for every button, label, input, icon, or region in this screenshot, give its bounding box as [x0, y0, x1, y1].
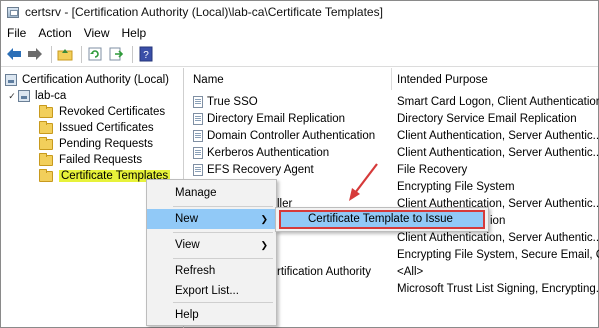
menu-item-label: Refresh: [175, 265, 216, 277]
template-purpose: Directory Service Email Replication: [397, 113, 577, 125]
folder-icon: [39, 136, 53, 150]
menu-file[interactable]: File: [7, 26, 26, 40]
menu-item-refresh[interactable]: Refresh: [147, 261, 276, 281]
template-purpose: Microsoft Trust List Signing, Encrypting…: [397, 283, 599, 295]
menu-action[interactable]: Action: [38, 26, 71, 40]
refresh-icon[interactable]: [86, 45, 104, 63]
menu-item-manage[interactable]: Manage: [147, 183, 276, 203]
template-purpose: File Recovery: [397, 164, 468, 176]
menu-separator: [173, 258, 273, 259]
certificate-template-icon: [193, 96, 203, 108]
tree-item-root[interactable]: Certification Authority (Local): [5, 72, 169, 88]
template-name: rtification Authority: [277, 266, 371, 278]
menu-item-new[interactable]: New ❯: [147, 209, 276, 229]
menu-item-label: View: [175, 239, 200, 251]
tree-item-revoked-certificates[interactable]: Revoked Certificates: [39, 104, 165, 120]
folder-icon: [39, 168, 53, 182]
menu-item-label: Help: [175, 309, 199, 321]
svg-text:?: ?: [143, 50, 149, 61]
column-divider[interactable]: [391, 68, 392, 90]
template-purpose: Smart Card Logon, Client Authentication: [397, 96, 599, 108]
table-row[interactable]: Domain Controller Authentication Client …: [185, 128, 599, 144]
toolbar-separator: [51, 45, 52, 63]
tree-item-pending-requests[interactable]: Pending Requests: [39, 136, 153, 152]
menu-item-label: New: [175, 213, 199, 225]
certificate-template-icon: [193, 113, 203, 125]
menu-view[interactable]: View: [84, 26, 110, 40]
template-name: EFS Recovery Agent: [207, 164, 314, 176]
template-purpose: Client Authentication, Server Authentic.…: [397, 147, 599, 159]
certification-authority-icon: [5, 74, 17, 86]
tree-label: Certification Authority (Local): [22, 74, 170, 86]
menu-separator: [173, 232, 273, 233]
forward-arrow-icon[interactable]: [26, 45, 44, 63]
window-title: certsrv - [Certification Authority (Loca…: [25, 5, 383, 19]
table-row[interactable]: Kerberos Authentication Client Authentic…: [185, 145, 599, 161]
template-name: Domain Controller Authentication: [207, 130, 376, 142]
tree-item-lab-ca[interactable]: ✓ lab-ca: [7, 88, 66, 104]
ca-server-icon: [18, 90, 30, 102]
tree-label: Revoked Certificates: [59, 106, 166, 118]
folder-icon: [39, 120, 53, 134]
tree-label: Failed Requests: [59, 154, 143, 166]
table-row[interactable]: Directory Email Replication Directory Se…: [185, 111, 598, 127]
menu-separator: [173, 302, 273, 303]
template-purpose: Encrypting File System: [397, 181, 515, 193]
menu-item-label: Export List...: [175, 285, 239, 297]
template-name: Directory Email Replication: [207, 113, 346, 125]
template-name: Kerberos Authentication: [207, 147, 330, 159]
menu-item-view[interactable]: View ❯: [147, 235, 276, 255]
menu-item-export-list[interactable]: Export List...: [147, 281, 276, 301]
tree-label: Issued Certificates: [59, 122, 154, 134]
template-purpose: ion: [490, 215, 506, 227]
table-row[interactable]: True SSO Smart Card Logon, Client Authen…: [185, 94, 599, 110]
chevron-right-icon: ❯: [260, 240, 268, 250]
certificate-template-icon: [193, 164, 203, 176]
toolbar-separator: [81, 45, 82, 63]
certificate-template-icon: [193, 130, 203, 142]
template-purpose: Client Authentication, Server Authentic.…: [397, 130, 599, 142]
tree-label: Pending Requests: [59, 138, 153, 150]
tree-label: lab-ca: [35, 90, 67, 102]
column-header-name[interactable]: Name: [193, 74, 224, 86]
submenu-new: Certificate Template to Issue: [275, 207, 489, 232]
up-folder-icon[interactable]: [56, 45, 74, 63]
toolbar-separator: [132, 45, 133, 63]
folder-icon: [39, 152, 53, 166]
tree-item-issued-certificates[interactable]: Issued Certificates: [39, 120, 154, 136]
mmc-window: certsrv - [Certification Authority (Loca…: [0, 0, 599, 328]
menu-item-label: Certificate Template to Issue: [308, 213, 453, 225]
title-bar: certsrv - [Certification Authority (Loca…: [1, 1, 598, 23]
back-arrow-icon[interactable]: [5, 45, 23, 63]
table-row[interactable]: EFS Recovery Agent File Recovery: [185, 162, 598, 178]
menu-item-certificate-template-to-issue[interactable]: Certificate Template to Issue: [279, 210, 485, 229]
menu-help[interactable]: Help: [122, 26, 147, 40]
export-icon[interactable]: [107, 45, 125, 63]
chevron-down-icon[interactable]: ✓: [7, 91, 17, 102]
toolbar: ?: [1, 42, 598, 67]
chevron-right-icon: ❯: [260, 214, 268, 224]
tree-item-failed-requests[interactable]: Failed Requests: [39, 152, 142, 168]
template-purpose: Encrypting File System, Secure Email, Cl…: [397, 249, 599, 261]
certificate-template-icon: [193, 147, 203, 159]
template-name: True SSO: [207, 96, 258, 108]
menu-separator: [173, 206, 273, 207]
certsrv-app-icon: [7, 6, 19, 18]
template-purpose: Client Authentication, Server Authentic.…: [397, 232, 599, 244]
help-icon[interactable]: ?: [137, 45, 155, 63]
menu-item-help[interactable]: Help: [147, 305, 276, 325]
context-menu: Manage New ❯ View ❯ Refresh Export List...…: [146, 179, 277, 326]
menu-bar: File Action View Help: [1, 23, 598, 42]
template-purpose: <All>: [397, 266, 424, 278]
column-header-intended-purpose[interactable]: Intended Purpose: [397, 74, 488, 86]
menu-item-label: Manage: [175, 187, 217, 199]
annotation-arrow-icon: [349, 163, 378, 201]
folder-icon: [39, 104, 53, 118]
